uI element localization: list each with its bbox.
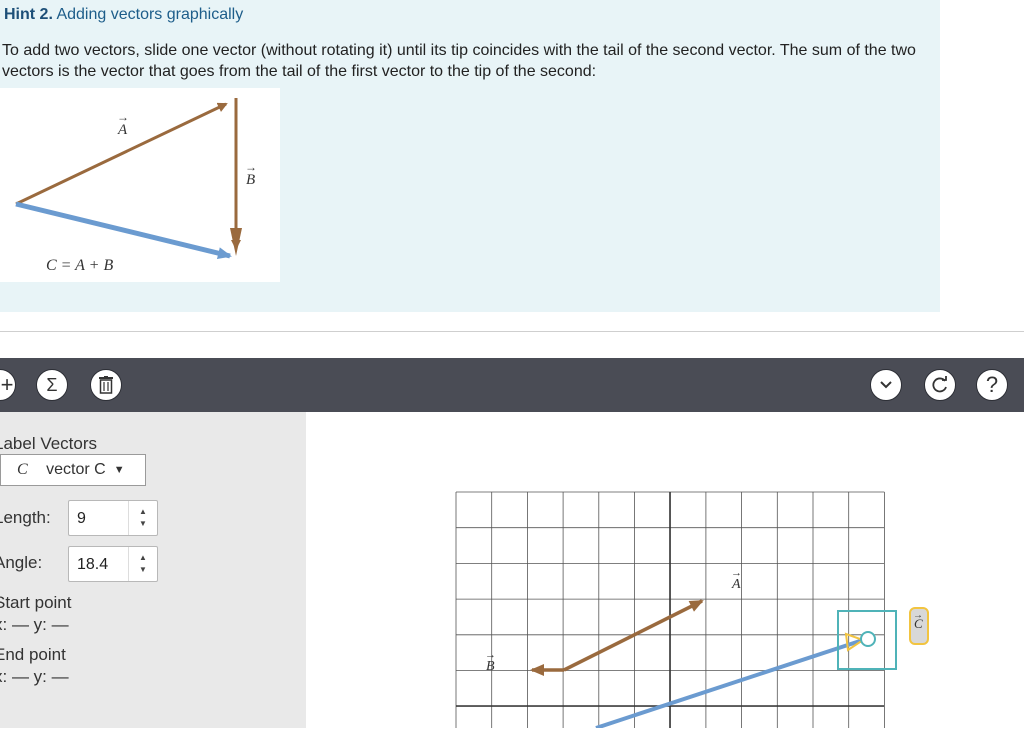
sigma-icon: Σ xyxy=(46,374,58,395)
hint-figure: A → B → C = A + B xyxy=(0,88,280,282)
selected-vector-label: vector C xyxy=(46,461,106,478)
angle-field: ▲ ▼ xyxy=(68,546,158,583)
equation-label: C = A + B xyxy=(46,257,113,274)
spin-down-icon[interactable]: ▼ xyxy=(139,518,147,530)
svg-text:→: → xyxy=(731,567,742,579)
hint-body: To add two vectors, slide one vector (wi… xyxy=(2,42,916,80)
collapse-button[interactable] xyxy=(870,369,902,401)
trash-icon xyxy=(99,376,113,394)
hint-title: Hint 2. Adding vectors graphically xyxy=(4,6,243,24)
question-icon: ? xyxy=(985,372,999,397)
reset-icon xyxy=(932,376,947,393)
start-point-coords: x: — y: — xyxy=(0,615,69,634)
hint-box: Hint 2. Adding vectors graphically To ad… xyxy=(0,0,940,312)
vector-c-symbol: C⃗ xyxy=(17,461,41,478)
label-vectors-heading: Label Vectors xyxy=(0,434,98,453)
svg-text:→: → xyxy=(913,610,923,621)
toolbar: + Σ ? xyxy=(0,358,1024,412)
sum-button[interactable]: Σ xyxy=(36,369,68,401)
delete-button[interactable] xyxy=(90,369,122,401)
vector-select-dropdown[interactable]: C⃗ vector C ▼ xyxy=(0,454,146,486)
canvas-label-b: B xyxy=(486,659,495,674)
length-stepper[interactable]: ▲ ▼ xyxy=(128,501,157,535)
chevron-down-icon xyxy=(880,381,892,389)
reset-button[interactable] xyxy=(924,369,956,401)
spin-down-icon[interactable]: ▼ xyxy=(139,564,147,576)
vector-properties-panel: Label Vectors C⃗ vector C ▼ Length: ▲ ▼ … xyxy=(0,412,306,728)
plus-icon: + xyxy=(0,372,14,397)
vector-c-line xyxy=(15,201,232,259)
add-vector-button[interactable]: + xyxy=(0,369,16,401)
start-point-label: Start point xyxy=(0,593,72,612)
length-field: ▲ ▼ xyxy=(68,500,158,537)
end-point-coords: x: — y: — xyxy=(0,667,69,686)
spin-up-icon[interactable]: ▲ xyxy=(139,506,147,518)
angle-stepper[interactable]: ▲ ▼ xyxy=(128,547,157,581)
label-b: B xyxy=(246,172,255,188)
help-button[interactable]: ? xyxy=(976,369,1008,401)
vector-c-tip-handle[interactable] xyxy=(860,631,876,647)
svg-text:→: → xyxy=(245,160,257,174)
spin-up-icon[interactable]: ▲ xyxy=(139,552,147,564)
grid-svg[interactable]: A → B → C → xyxy=(306,412,1024,730)
section-divider xyxy=(0,331,1024,332)
canvas-label-a: A xyxy=(731,577,741,592)
length-label: Length: xyxy=(0,508,51,527)
angle-label: Angle: xyxy=(0,553,43,572)
svg-text:→: → xyxy=(485,649,496,661)
canvas-vector-a[interactable] xyxy=(563,599,704,672)
end-point-label: End point xyxy=(0,645,66,664)
caret-down-icon: ▼ xyxy=(113,464,125,476)
canvas-vector-c[interactable] xyxy=(595,637,867,730)
hint-number: Hint 2. xyxy=(4,6,53,23)
svg-text:→: → xyxy=(117,110,129,124)
label-a: A xyxy=(117,122,128,138)
vector-canvas[interactable]: A → B → C → xyxy=(306,412,1024,730)
hint-title-text: Adding vectors graphically xyxy=(56,6,244,23)
vector-addition-diagram: A → B → C = A + B xyxy=(15,98,257,274)
